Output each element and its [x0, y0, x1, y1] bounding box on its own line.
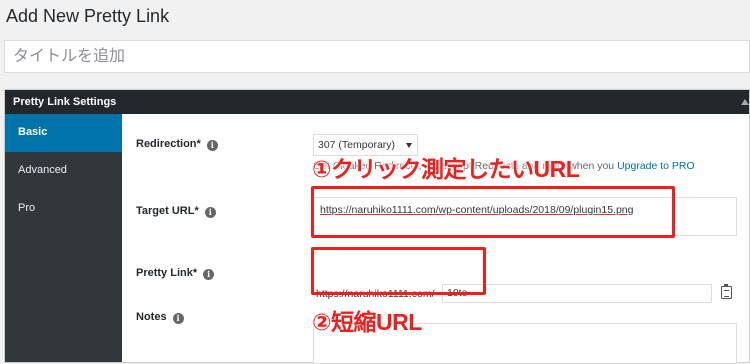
- chevron-down-icon: [406, 143, 412, 148]
- target-url-label-row: Target URL* i: [136, 205, 216, 218]
- pretty-link-label-row: Pretty Link* i: [136, 267, 215, 280]
- collapse-toggle-icon[interactable]: [741, 99, 749, 105]
- notes-label-row: Notes i: [136, 311, 184, 324]
- target-url-label: Target URL*: [136, 205, 199, 217]
- info-icon[interactable]: i: [203, 269, 215, 280]
- settings-panel-title: Pretty Link Settings: [13, 96, 117, 108]
- tab-basic[interactable]: Basic: [5, 114, 122, 152]
- redirection-label-row: Redirection* i: [136, 138, 218, 151]
- info-icon[interactable]: i: [206, 140, 218, 151]
- tab-pro[interactable]: Pro: [5, 190, 122, 228]
- title-input[interactable]: [4, 40, 750, 73]
- annotation-box-pretty-link: [311, 247, 486, 295]
- tab-label: Advanced: [18, 164, 67, 176]
- redirection-label: Redirection*: [136, 138, 201, 150]
- annotation-box-target-url: [311, 186, 675, 238]
- info-icon[interactable]: i: [172, 313, 184, 324]
- upgrade-to-pro-link[interactable]: Upgrade to PRO: [617, 160, 695, 172]
- notes-label: Notes: [136, 311, 167, 323]
- annotation-short-url: ②短縮URL: [312, 309, 422, 335]
- pretty-link-label: Pretty Link*: [136, 267, 198, 279]
- settings-tabs: Basic Advanced Pro: [5, 114, 122, 362]
- settings-panel-header[interactable]: Pretty Link Settings: [5, 90, 749, 114]
- info-icon[interactable]: i: [204, 207, 216, 218]
- tab-advanced[interactable]: Advanced: [5, 152, 122, 190]
- page-title: Add New Pretty Link: [6, 6, 170, 26]
- annotation-target-url: ①クリック測定したいURL: [312, 156, 580, 182]
- tab-label: Pro: [18, 202, 36, 214]
- tab-label: Basic: [18, 126, 48, 138]
- clipboard-copy-icon[interactable]: [721, 284, 732, 299]
